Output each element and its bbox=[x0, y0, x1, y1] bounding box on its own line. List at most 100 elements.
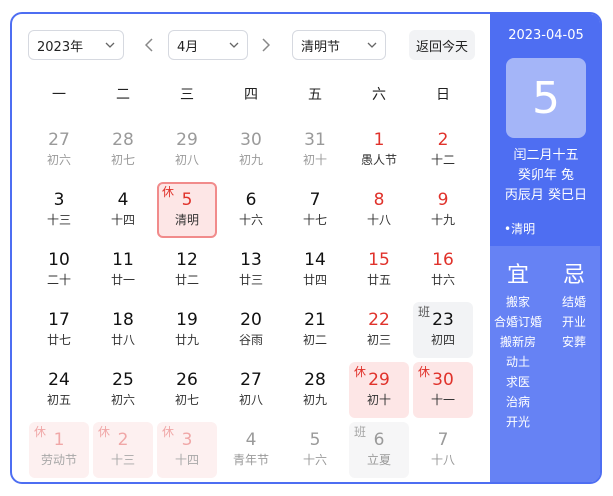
day-cell[interactable]: 19 廿九 bbox=[157, 302, 217, 358]
day-cell[interactable]: 30 初九 bbox=[221, 122, 281, 178]
day-number: 13 bbox=[240, 250, 262, 270]
day-cell[interactable]: 20 谷雨 bbox=[221, 302, 281, 358]
day-cell[interactable]: 休 1 劳动节 bbox=[29, 422, 89, 478]
day-cell[interactable]: 12 廿二 bbox=[157, 242, 217, 298]
day-number: 26 bbox=[176, 370, 198, 390]
day-number: 18 bbox=[112, 310, 134, 330]
day-cell[interactable]: 休 30 十一 bbox=[413, 362, 473, 418]
yi-item: 治病 bbox=[505, 395, 530, 409]
calendar-main: 2023年 4月 清明节 返回今天 一 二 三 四 五 六 日 27 初六 28… bbox=[12, 14, 490, 482]
month-select[interactable]: 4月 bbox=[168, 30, 248, 60]
day-number: 22 bbox=[368, 310, 390, 330]
day-cell[interactable]: 8 十八 bbox=[349, 182, 409, 238]
day-number: 14 bbox=[304, 250, 326, 270]
day-cell[interactable]: 31 初十 bbox=[285, 122, 345, 178]
day-lunar: 十六 bbox=[238, 213, 263, 227]
day-lunar: 青年节 bbox=[232, 453, 269, 467]
day-lunar: 初二 bbox=[302, 333, 327, 347]
prev-month-button[interactable] bbox=[139, 35, 159, 55]
day-cell[interactable]: 26 初七 bbox=[157, 362, 217, 418]
day-cell[interactable]: 班 6 立夏 bbox=[349, 422, 409, 478]
day-lunar: 十三 bbox=[46, 213, 71, 227]
day-cell[interactable]: 7 十八 bbox=[413, 422, 473, 478]
day-cell[interactable]: 10 二十 bbox=[29, 242, 89, 298]
chevron-down-icon bbox=[105, 40, 115, 50]
day-number: 27 bbox=[240, 370, 262, 390]
day-cell[interactable]: 13 廿三 bbox=[221, 242, 281, 298]
day-lunar: 初十 bbox=[366, 393, 391, 407]
day-cell[interactable]: 27 初八 bbox=[221, 362, 281, 418]
day-cell[interactable]: 休 2 十三 bbox=[93, 422, 153, 478]
day-cell[interactable]: 4 十四 bbox=[93, 182, 153, 238]
day-cell[interactable]: 2 十二 bbox=[413, 122, 473, 178]
day-cell[interactable]: 22 初三 bbox=[349, 302, 409, 358]
day-cell[interactable]: 休 29 初十 bbox=[349, 362, 409, 418]
day-lunar: 十三 bbox=[110, 453, 135, 467]
day-cell[interactable]: 5 十六 bbox=[285, 422, 345, 478]
day-cell[interactable]: 28 初九 bbox=[285, 362, 345, 418]
day-cell[interactable]: 休 3 十四 bbox=[157, 422, 217, 478]
day-number: 19 bbox=[176, 310, 198, 330]
day-lunar: 廿六 bbox=[430, 273, 455, 287]
day-lunar: 愚人节 bbox=[360, 153, 397, 167]
day-cell[interactable]: 29 初八 bbox=[157, 122, 217, 178]
day-cell[interactable]: 17 廿七 bbox=[29, 302, 89, 358]
day-lunar: 十一 bbox=[430, 393, 455, 407]
day-number: 6 bbox=[373, 430, 385, 450]
day-lunar: 十八 bbox=[430, 453, 455, 467]
weekday-label: 五 bbox=[308, 87, 322, 103]
day-cell[interactable]: 25 初六 bbox=[93, 362, 153, 418]
day-number: 25 bbox=[112, 370, 134, 390]
day-number: 31 bbox=[304, 130, 326, 150]
chevron-down-icon bbox=[367, 40, 377, 50]
weekday-label: 四 bbox=[244, 87, 258, 103]
day-lunar: 廿八 bbox=[110, 333, 135, 347]
day-lunar: 二十 bbox=[46, 273, 71, 287]
day-number: 28 bbox=[112, 130, 134, 150]
day-lunar: 廿五 bbox=[366, 273, 391, 287]
yi-column: 宜 搬家 合婚订婚 搬新房 动土 求医 治病 开光 bbox=[490, 262, 546, 432]
day-cell[interactable]: 15 廿五 bbox=[349, 242, 409, 298]
day-number: 30 bbox=[432, 370, 454, 390]
day-cell[interactable]: 24 初五 bbox=[29, 362, 89, 418]
day-cell[interactable]: 27 初六 bbox=[29, 122, 89, 178]
day-cell[interactable]: 6 十六 bbox=[221, 182, 281, 238]
day-cell[interactable]: 21 初二 bbox=[285, 302, 345, 358]
day-summary: 2023-04-05 5 闰二月十五 癸卯年 兔 丙辰月 癸巳日 •清明 bbox=[490, 14, 600, 246]
day-cell[interactable]: 7 十七 bbox=[285, 182, 345, 238]
day-cell[interactable]: 3 十三 bbox=[29, 182, 89, 238]
next-month-button[interactable] bbox=[256, 35, 276, 55]
weekday-label: 二 bbox=[116, 87, 130, 103]
year-select[interactable]: 2023年 bbox=[28, 30, 124, 60]
day-lunar: 立夏 bbox=[366, 453, 391, 467]
day-cell[interactable]: 9 十九 bbox=[413, 182, 473, 238]
day-cell[interactable]: 28 初七 bbox=[93, 122, 153, 178]
day-number: 6 bbox=[245, 190, 257, 210]
day-cell[interactable]: 班 23 初四 bbox=[413, 302, 473, 358]
day-cell[interactable]: 18 廿八 bbox=[93, 302, 153, 358]
day-lunar: 十二 bbox=[430, 153, 455, 167]
day-number: 27 bbox=[48, 130, 70, 150]
yi-item: 搬新房 bbox=[499, 335, 536, 349]
day-number: 15 bbox=[368, 250, 390, 270]
day-lunar: 初八 bbox=[238, 393, 263, 407]
day-cell[interactable]: 11 廿一 bbox=[93, 242, 153, 298]
yi-title: 宜 bbox=[506, 263, 529, 288]
day-cell[interactable]: 16 廿六 bbox=[413, 242, 473, 298]
holiday-select[interactable]: 清明节 bbox=[292, 30, 386, 60]
back-to-today-button[interactable]: 返回今天 bbox=[409, 30, 475, 60]
day-cell[interactable]: 4 青年节 bbox=[221, 422, 281, 478]
day-detail-panel: 2023-04-05 5 闰二月十五 癸卯年 兔 丙辰月 癸巳日 •清明 宜 搬… bbox=[490, 14, 600, 482]
day-number: 10 bbox=[48, 250, 70, 270]
day-cell[interactable]: 休 5 清明 bbox=[157, 182, 217, 238]
day-lunar: 初七 bbox=[174, 393, 199, 407]
day-number: 7 bbox=[309, 190, 321, 210]
day-cell[interactable]: 14 廿四 bbox=[285, 242, 345, 298]
festival-label: •清明 bbox=[504, 222, 536, 236]
weekday-label: 一 bbox=[52, 87, 66, 103]
day-cell[interactable]: 1 愚人节 bbox=[349, 122, 409, 178]
ji-item: 安葬 bbox=[561, 335, 586, 349]
weekday-label: 六 bbox=[372, 87, 386, 103]
day-lunar: 谷雨 bbox=[238, 333, 263, 347]
day-number: 4 bbox=[117, 190, 129, 210]
